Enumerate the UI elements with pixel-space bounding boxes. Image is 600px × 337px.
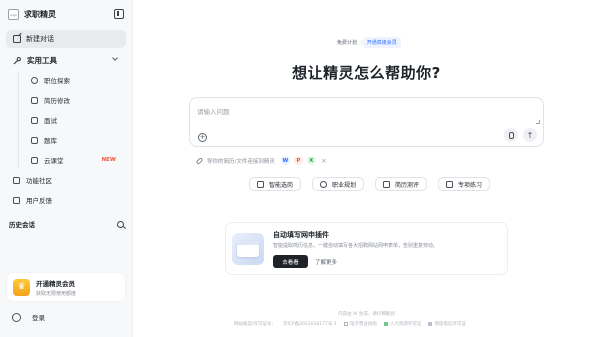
login-label: 登录 (32, 314, 45, 322)
plugin-title: 自动填写网申插件 (273, 231, 329, 239)
plugin-description: 智能提取简历信息，一键自动填写各大招聘网站网申表单，告别重复劳动。 (273, 243, 439, 249)
sidebar-item-feedback[interactable]: 用户反馈 (13, 195, 52, 205)
footer-license-label[interactable]: 网站备案/许可证号： (234, 321, 276, 327)
book-icon (31, 136, 38, 144)
sidebar-collapse-icon[interactable] (114, 9, 124, 19)
sidebar-item-cloud-class[interactable]: 云课堂 NEW (31, 155, 126, 165)
resize-handle-icon[interactable] (536, 120, 540, 124)
upgrade-link[interactable]: 开通高级会员 (362, 37, 401, 48)
plugin-learn-more-link[interactable]: 了解更多 (315, 258, 337, 266)
close-icon[interactable]: × (321, 157, 327, 165)
sidebar-item-label: 功能社区 (26, 177, 52, 185)
plugin-illustration (232, 233, 264, 265)
sidebar-item-resume-edit[interactable]: 简历修改 (31, 95, 126, 105)
sidebar-item-interview[interactable]: 面试 (31, 115, 126, 125)
sidebar-item-label: 云课堂 (44, 157, 64, 165)
wrench-icon (13, 56, 21, 64)
chip-label: 简历测评 (395, 181, 420, 189)
sparkle-icon (320, 180, 328, 188)
footer-telecom-license-label: 增值电信许可证 (434, 322, 466, 327)
chip-smart-job-select[interactable]: 智能选岗 (249, 177, 302, 191)
chevron-down-icon (112, 55, 118, 61)
footer-hr-license[interactable]: 人力资源许可证 (383, 321, 422, 327)
search-icon[interactable] (117, 220, 124, 228)
chip-label: 专项练习 (458, 181, 483, 189)
new-badge: NEW (101, 157, 116, 163)
sidebar-item-community[interactable]: 功能社区 (13, 175, 52, 185)
logo-image: logo (8, 9, 19, 20)
plugin-promo-card: 自动填写网申插件 智能提取简历信息，一键自动填写各大招聘网站网申表单，告别重复劳… (225, 222, 508, 275)
graduation-cap-icon (31, 116, 38, 124)
history-label: 历史会话 (9, 221, 35, 229)
brand[interactable]: logo 求职精灵 (8, 9, 56, 20)
ai-disclaimer: 内容由 AI 生成，请仔细甄别 (338, 312, 395, 317)
briefcase-icon (257, 180, 264, 188)
input-placeholder: 请输入问题 (197, 108, 230, 116)
edit-icon (13, 35, 21, 43)
vip-subtitle: 获取无限使用额度 (36, 290, 77, 297)
send-button[interactable]: ↑ (523, 128, 537, 142)
feedback-icon (13, 196, 20, 204)
plan-free-label: 免费计划 (337, 40, 358, 46)
excel-file-icon[interactable]: X (306, 156, 316, 165)
plugin-go-button[interactable]: 去看看 (273, 255, 308, 268)
license-icon (343, 321, 348, 326)
sidebar-item-label: 用户反馈 (26, 197, 52, 205)
sidebar-item-job-explore[interactable]: 职位探索 (31, 75, 126, 85)
sidebar-item-label: 面试 (44, 117, 57, 125)
chip-career-planning[interactable]: 职业规划 (312, 177, 365, 191)
sidebar-item-label: 题库 (44, 137, 57, 145)
attach-resume-row[interactable]: 导你的简历/文件连接到精灵 W P X × (195, 156, 327, 165)
tree-divider (18, 73, 19, 169)
chip-special-practice[interactable]: 专项练习 (438, 177, 491, 191)
pdf-file-icon[interactable]: P (293, 156, 303, 165)
sidebar-item-question-bank[interactable]: 题库 (31, 135, 126, 145)
microphone-icon[interactable] (504, 128, 518, 142)
footer-icp[interactable]: 京ICP备2023018177号-1 (283, 321, 337, 327)
grid-icon (13, 176, 20, 184)
resume-icon (383, 180, 391, 188)
sidebar-item-label: 职位探索 (44, 77, 70, 85)
add-attachment-icon[interactable]: + (198, 133, 207, 142)
attach-hint: 导你的简历/文件连接到精灵 (207, 158, 275, 165)
tools-section-toggle[interactable]: 实用工具 (13, 55, 123, 66)
page-title: 想让精灵怎么帮助你? (292, 64, 441, 82)
new-chat-button[interactable]: 新建对话 (6, 30, 126, 48)
question-input[interactable]: 请输入问题 + ↑ (189, 97, 544, 147)
brand-name: 求职精灵 (24, 10, 56, 19)
user-icon (12, 312, 21, 322)
history-header: 历史会话 (9, 219, 124, 229)
practice-book-icon (446, 180, 454, 188)
footer-business-license[interactable]: 电子营业执照 (343, 321, 377, 327)
new-chat-label: 新建对话 (26, 35, 54, 43)
compass-icon (31, 76, 38, 84)
footer-business-license-label: 电子营业执照 (349, 322, 377, 327)
crown-icon: ♛ (13, 278, 30, 296)
link-icon (195, 156, 204, 165)
chip-label: 职业规划 (332, 181, 357, 189)
footer-hr-license-label: 人力资源许可证 (389, 322, 422, 327)
cloud-class-icon (31, 156, 38, 164)
word-file-icon[interactable]: W (280, 156, 290, 165)
quick-actions: 智能选岗 职业规划 简历测评 专项练习 (249, 177, 501, 191)
tools-section-label: 实用工具 (27, 56, 57, 65)
sidebar-item-label: 简历修改 (44, 97, 70, 105)
document-edit-icon (31, 96, 38, 104)
telecom-license-icon (428, 321, 433, 326)
footer-links: 网站备案/许可证号： 京ICP备2023018177号-1 电子营业执照 人力资… (234, 321, 473, 327)
chip-label: 智能选岗 (269, 181, 294, 189)
login-button[interactable]: 登录 (12, 312, 45, 322)
vip-title: 开通精灵会员 (36, 279, 75, 288)
plan-bar: 免费计划 | 开通高级会员 (333, 37, 401, 48)
vip-card[interactable]: ♛ 开通精灵会员 获取无限使用额度 (7, 273, 125, 301)
footer-telecom-license[interactable]: 增值电信许可证 (428, 321, 466, 327)
chip-resume-review[interactable]: 简历测评 (375, 177, 428, 191)
hr-license-icon (383, 321, 388, 326)
